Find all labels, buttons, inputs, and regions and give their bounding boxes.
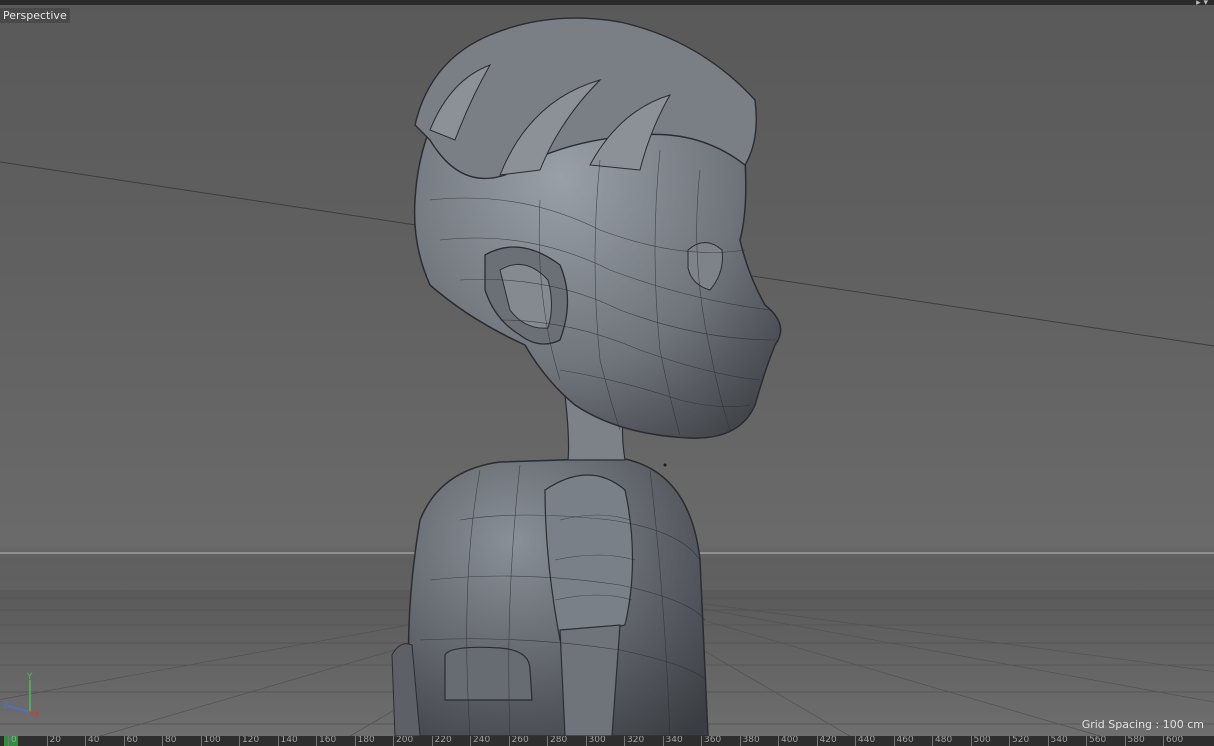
timeline-tick-label: 140	[280, 736, 298, 745]
timeline-tick-label: 120	[242, 736, 260, 745]
timeline-tick-label: 500	[973, 736, 991, 745]
axis-x-label: X	[34, 710, 40, 718]
view-name-label[interactable]: Perspective	[0, 8, 70, 23]
timeline-tick-label: 0	[11, 736, 17, 745]
timeline-tick-label: 20	[49, 736, 61, 745]
timeline-tick-label: 460	[896, 736, 914, 745]
timeline-tick-label: 420	[819, 736, 837, 745]
timeline-tick-label: 200	[396, 736, 414, 745]
timeline-tick-label: 440	[858, 736, 876, 745]
axis-z-label: Z	[3, 701, 9, 711]
timeline-tick-label: 160	[319, 736, 337, 745]
timeline-tick-label: 80	[165, 736, 177, 745]
timeline-tick-label: 100	[203, 736, 221, 745]
timeline-tick-label: 540	[1050, 736, 1068, 745]
timeline-tick-label: 320	[627, 736, 645, 745]
grid-spacing-label: Grid Spacing : 100 cm	[1081, 718, 1204, 731]
timeline-ruler[interactable]: 0 20 40 60 80 100 120 140 160 180 200 220 240 260 280 3…	[0, 736, 1214, 746]
axis-z-line	[7, 705, 31, 713]
timeline-tick-label: 380	[742, 736, 760, 745]
timeline-tick-label: 220	[434, 736, 452, 745]
timeline-tick-label: 520	[1012, 736, 1030, 745]
timeline-tick-label: 600	[1166, 736, 1184, 745]
axis-y-label: Y	[26, 672, 33, 682]
timeline-tick-label: 300	[588, 736, 606, 745]
timeline-tick-label: 260	[511, 736, 529, 745]
timeline-tick-label: 560	[1089, 736, 1107, 745]
timeline-tick-label: 180	[357, 736, 375, 745]
timeline-tick-label: 580	[1127, 736, 1145, 745]
timeline-tick-label: 280	[550, 736, 568, 745]
timeline-tick-label: 400	[781, 736, 799, 745]
scene-render[interactable]	[0, 0, 1214, 736]
3d-viewport[interactable]: ▸ ▾ Perspective Y Z X Grid Spacing: 100…	[0, 0, 1214, 736]
timeline-tick-label: 360	[704, 736, 722, 745]
timeline-tick-label: 480	[935, 736, 953, 745]
timeline-tick-label: 60	[126, 736, 138, 745]
timeline-ticks: 0 20 40 60 80 100 120 140 160 180 200 220 240 260 280 3…	[0, 736, 1214, 746]
timeline-tick-label: 40	[88, 736, 100, 745]
axis-gizmo: Y Z X	[3, 672, 40, 718]
timeline-tick-label: 340	[665, 736, 683, 745]
timeline-tick-label: 240	[473, 736, 491, 745]
